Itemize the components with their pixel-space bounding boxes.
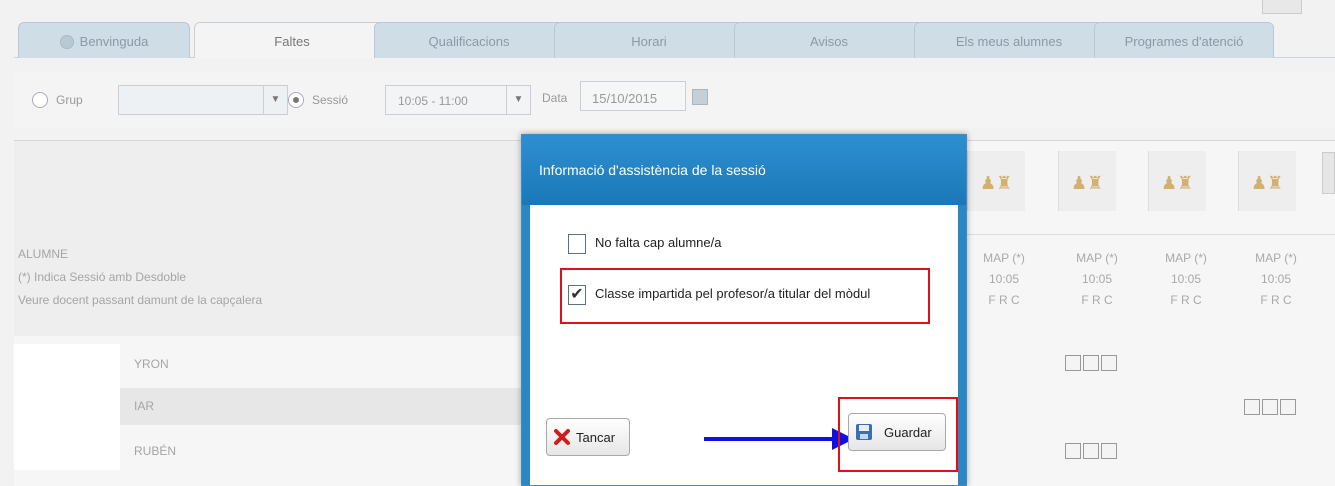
session-column-header[interactable]: ♟♜ [967,151,1025,211]
floppy-disk-icon [856,424,872,440]
dialog-body: No falta cap alumne/a ✔ Classe impartida… [522,205,966,485]
grup-label: Grup [56,93,83,107]
teacher-students-icon: ♟♜ [1251,173,1284,193]
tab-avisos[interactable]: Avisos [734,22,924,58]
filter-bar: Grup ▼ Sessió 10:05 - 11:00 ▼ Data 15/10/… [14,72,1335,128]
tab-programes-atencio[interactable]: Programes d'atenció [1094,22,1274,58]
session-column-header[interactable]: ♟♜ [1238,151,1296,211]
teacher-students-icon: ♟♜ [1161,173,1194,193]
session-column-header[interactable]: ♟♜ [1148,151,1206,211]
close-icon [554,429,570,445]
student-header: ALUMNE (*) Indica Sessió amb Desdoble Ve… [14,234,522,336]
session-attendance-dialog: Informació d'assistència de la sessió No… [521,134,967,486]
data-label: Data [542,91,568,105]
tab-els-meus-alumnes[interactable]: Els meus alumnes [914,22,1104,58]
session-column-info: MAP (*) 10:05 F R C [1076,251,1118,307]
scrollbar[interactable] [1322,152,1335,194]
session-column-info: MAP (*) 10:05 F R C [1255,251,1297,307]
calendar-icon[interactable] [692,89,708,105]
grup-select[interactable]: ▼ [118,85,288,115]
close-button[interactable]: Tancar [546,418,630,456]
tab-qualificacions[interactable]: Qualificacions [374,22,564,58]
attendance-checkboxes[interactable] [1064,355,1118,376]
window-control [1262,0,1302,14]
sessio-label: Sessió [312,93,349,107]
grup-radio[interactable] [32,92,48,108]
data-input[interactable]: 15/10/2015 [580,81,686,111]
tab-horari[interactable]: Horari [554,22,744,58]
chevron-down-icon: ▼ [506,86,530,114]
save-button[interactable]: Guardar [848,413,946,451]
session-column-header[interactable]: ♟♜ [1058,151,1116,211]
no-absences-label: No falta cap alumne/a [595,235,722,250]
redacted-names [14,344,120,470]
sessio-select[interactable]: 10:05 - 11:00 ▼ [385,85,531,115]
main-tabs: Benvinguda Faltes Qualificacions Horari … [14,14,1335,58]
sessio-radio[interactable] [288,92,304,108]
session-column-info: MAP (*) 10:05 F R C [983,251,1025,307]
attendance-checkboxes[interactable] [1243,399,1297,420]
teacher-students-icon: ♟♜ [980,173,1013,193]
arrow-annotation [704,428,854,450]
tab-benvinguda[interactable]: Benvinguda [18,22,190,58]
chevron-down-icon: ▼ [263,86,287,114]
titular-teacher-checkbox[interactable]: ✔ [568,285,586,305]
grid-header-left [14,141,522,234]
no-absences-checkbox[interactable] [568,234,586,254]
teacher-students-icon: ♟♜ [1071,173,1104,193]
home-icon [59,35,74,49]
attendance-checkboxes[interactable] [1064,443,1118,464]
dialog-title: Informació d'assistència de la sessió [522,135,966,205]
tab-faltes[interactable]: Faltes [194,22,390,58]
titular-teacher-label: Classe impartida pel profesor/a titular … [595,286,871,301]
session-column-info: MAP (*) 10:05 F R C [1165,251,1207,307]
